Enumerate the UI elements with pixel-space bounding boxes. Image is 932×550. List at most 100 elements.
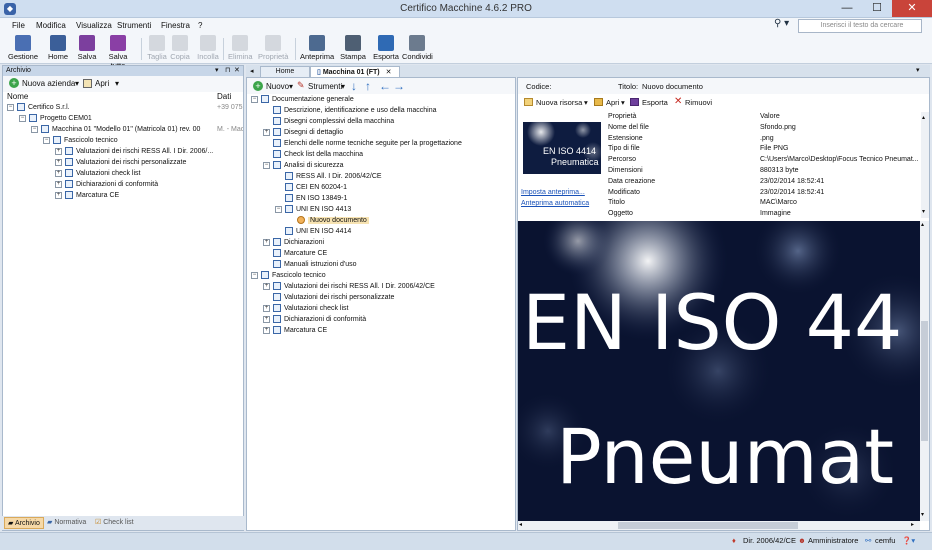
expand-icon[interactable]: +	[55, 191, 62, 199]
minimize-button[interactable]: —	[832, 0, 862, 17]
tools-button[interactable]: Strumenti	[308, 82, 342, 91]
code-field[interactable]	[554, 80, 614, 91]
tab-close-icon[interactable]: ✕	[386, 69, 392, 76]
open-dropdown-icon[interactable]: ▾	[115, 79, 119, 88]
collapse-icon[interactable]: −	[251, 271, 258, 279]
column-name[interactable]: Nome	[7, 92, 28, 101]
horizontal-scroll-thumb[interactable]	[618, 522, 798, 529]
username-status[interactable]: cemfu	[875, 536, 895, 545]
value-column-header[interactable]: Valore	[760, 112, 780, 123]
expand-icon[interactable]: +	[263, 315, 270, 323]
new-resource-button[interactable]: Nuova risorsa	[536, 98, 582, 107]
tab-archivio[interactable]: ▰ Archivio	[4, 517, 44, 529]
document-tree-item[interactable]: Descrizione, identificazione e uso della…	[263, 105, 437, 116]
property-row[interactable]: Oggetto Immagine	[606, 209, 924, 220]
new-resource-dropdown-icon[interactable]: ▾	[584, 98, 588, 107]
property-row[interactable]: Dimensioni 880313 byte	[606, 166, 924, 177]
collapse-icon[interactable]: −	[31, 125, 38, 133]
scroll-left-icon[interactable]: ◂	[519, 521, 522, 528]
column-data[interactable]: Dati	[217, 92, 231, 101]
property-row[interactable]: Percorso C:\Users\Marco\Desktop\Focus Tec…	[606, 155, 924, 166]
archive-tree-item[interactable]: + Valutazioni dei rischi personalizzate	[55, 157, 186, 168]
expand-icon[interactable]: +	[55, 169, 62, 177]
property-row[interactable]: Nome del file Sfondo.png	[606, 123, 924, 134]
toolbar-esporta-button[interactable]: Esporta	[372, 35, 400, 61]
open-button[interactable]: Apri	[95, 79, 109, 88]
document-tree-item[interactable]: RESS All. I Dir. 2006/42/CE	[275, 171, 382, 182]
archive-tree-item[interactable]: − Progetto CEM01	[19, 113, 92, 124]
expand-icon[interactable]: +	[55, 147, 62, 155]
panel-dropdown-icon[interactable]: ▾	[215, 66, 219, 74]
tab-check-list[interactable]: ☑ Check list	[92, 517, 137, 529]
archive-tree-item[interactable]: + Dichiarazioni di conformità	[55, 179, 158, 190]
tools-dropdown-icon[interactable]: ▾	[341, 82, 345, 91]
document-tree-item[interactable]: + Marcatura CE	[263, 325, 327, 336]
pin-icon[interactable]: ⊓	[225, 66, 230, 74]
preview-horizontal-scrollbar[interactable]: ◂ ▸	[518, 521, 920, 530]
scroll-down-icon[interactable]: ▾	[922, 208, 925, 215]
property-row[interactable]: Estensione .png	[606, 134, 924, 145]
archive-tree-item[interactable]: + Valutazioni check list	[55, 168, 140, 179]
tab-home[interactable]: Home	[260, 66, 310, 77]
scroll-up-icon[interactable]: ▴	[922, 114, 925, 121]
expand-icon[interactable]: +	[263, 304, 270, 312]
document-tree-item[interactable]: Check list della macchina	[263, 149, 363, 160]
auto-preview-link[interactable]: Anteprima automatica	[521, 200, 589, 207]
expand-icon[interactable]: +	[263, 238, 270, 246]
title-field[interactable]: Nuovo documento	[642, 82, 703, 91]
collapse-icon[interactable]: −	[43, 136, 50, 144]
arrow-left-icon[interactable]: ←	[379, 78, 391, 94]
document-tree-item[interactable]: + Valutazioni check list	[263, 303, 348, 314]
user-role-status[interactable]: Amministratore	[808, 536, 858, 545]
panel-close-icon[interactable]: ✕	[234, 66, 240, 74]
document-tree-item[interactable]: + Valutazioni dei rischi RESS All. I Dir.…	[263, 281, 435, 292]
set-preview-link[interactable]: Imposta anteprima...	[521, 189, 585, 196]
expand-icon[interactable]: +	[55, 158, 62, 166]
scroll-right-icon[interactable]: ▸	[911, 521, 914, 528]
expand-icon[interactable]: +	[55, 180, 62, 188]
scroll-down-icon[interactable]: ▾	[921, 511, 924, 518]
tab-normativa[interactable]: ▰ Normativa	[44, 517, 89, 529]
document-tree-item[interactable]: − Analisi di sicurezza	[263, 160, 344, 171]
remove-resource-button[interactable]: Rimuovi	[685, 98, 712, 107]
open-resource-dropdown-icon[interactable]: ▾	[621, 98, 625, 107]
document-tree-item[interactable]: Marcature CE	[263, 248, 327, 259]
new-button[interactable]: Nuovo	[266, 82, 289, 91]
menu-finestra[interactable]: Finestra	[161, 21, 190, 30]
document-tree-item[interactable]: Disegni complessivi della macchina	[263, 116, 394, 127]
collapse-icon[interactable]: −	[275, 205, 282, 213]
preview-vertical-scrollbar[interactable]: ▴ ▾	[920, 221, 929, 521]
scroll-up-icon[interactable]: ▴	[921, 221, 924, 228]
arrow-down-icon[interactable]: ↓	[351, 78, 357, 94]
document-tree-item[interactable]: UNI EN ISO 4414	[275, 226, 351, 237]
document-tree-item[interactable]: CEI EN 60204-1	[275, 182, 347, 193]
toolbar-condividi-button[interactable]: Condividi	[402, 35, 433, 61]
archive-tree-item[interactable]: − Fascicolo tecnico	[43, 135, 118, 146]
menu-modifica[interactable]: Modifica	[36, 21, 66, 30]
search-input[interactable]: Inserisci il testo da cercare	[798, 19, 922, 33]
tab-scroll-left-icon[interactable]: ◂	[250, 67, 254, 75]
search-icon[interactable]: ⚲ ▾	[774, 18, 789, 29]
menu-visualizza[interactable]: Visualizza	[76, 21, 112, 30]
toolbar-gestione-button[interactable]: Gestione	[8, 35, 38, 61]
properties-scrollbar[interactable]: ▴ ▾	[921, 112, 929, 218]
new-dropdown-icon[interactable]: ▾	[289, 82, 293, 91]
property-row[interactable]: Titolo MAC\Marco	[606, 198, 924, 209]
menu-help[interactable]: ?	[198, 21, 202, 30]
archive-tree-item[interactable]: + Valutazioni dei rischi RESS All. I Dir.…	[55, 146, 213, 157]
toolbar-stampa-button[interactable]: Stampa	[340, 35, 366, 61]
expand-icon[interactable]: +	[263, 326, 270, 334]
vertical-scroll-thumb[interactable]	[921, 321, 928, 441]
archive-tree-item[interactable]: + Marcatura CE	[55, 190, 119, 201]
expand-icon[interactable]: +	[263, 282, 270, 290]
dropdown-icon[interactable]: ▾	[75, 79, 79, 88]
archive-tree-item[interactable]: − Macchina 01 "Modello 01" (Matricola 01)…	[31, 124, 200, 135]
tab-list-dropdown-icon[interactable]: ▾	[916, 66, 920, 74]
arrow-right-icon[interactable]: →	[393, 78, 405, 94]
document-tree-item[interactable]: − UNI EN ISO 4413	[275, 204, 351, 215]
collapse-icon[interactable]: −	[7, 103, 14, 111]
toolbar-anteprima-button[interactable]: Anteprima	[300, 35, 334, 61]
document-tree-item[interactable]: − Fascicolo tecnico	[251, 270, 326, 281]
open-resource-button[interactable]: Apri	[606, 98, 619, 107]
document-tree-item[interactable]: Elenchi delle norme tecniche seguite per…	[263, 138, 462, 149]
